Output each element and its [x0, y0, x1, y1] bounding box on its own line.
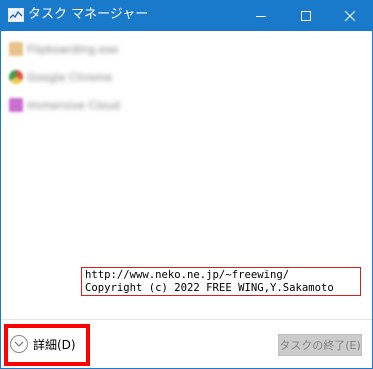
details-label: 詳細(D)	[33, 337, 76, 352]
process-row[interactable]: Flipboarding.exe	[9, 35, 209, 63]
maximize-icon	[301, 11, 311, 21]
process-row[interactable]: Google Chrome	[9, 63, 209, 91]
process-name: Immersive Cloud	[27, 98, 120, 112]
process-list: Flipboarding.exe Google Chrome Immersive…	[9, 35, 209, 119]
process-name: Flipboarding.exe	[27, 42, 119, 56]
close-button[interactable]	[328, 1, 372, 31]
footer-divider	[1, 319, 372, 320]
app-icon	[9, 98, 23, 112]
end-task-button[interactable]: タスクの終了(E)	[278, 334, 362, 356]
close-icon	[344, 10, 356, 22]
task-manager-icon	[8, 8, 24, 22]
window-title: タスク マネージャー	[28, 7, 149, 22]
minimize-button[interactable]	[239, 1, 283, 31]
chrome-icon	[9, 70, 23, 84]
process-row[interactable]: Immersive Cloud	[9, 91, 209, 119]
credit-box: http://www.neko.ne.jp/~freewing/ Copyrig…	[81, 267, 361, 296]
task-manager-window: タスク マネージャー Flipboarding.exe Google Chrom…	[0, 0, 373, 369]
generic-app-icon	[9, 42, 23, 56]
process-name: Google Chrome	[27, 70, 113, 84]
chevron-down-circle-icon	[10, 335, 28, 353]
credit-url: http://www.neko.ne.jp/~freewing/	[85, 269, 290, 281]
details-button[interactable]: 詳細(D)	[10, 334, 76, 354]
credit-copyright: Copyright (c) 2022 FREE WING,Y.Sakamoto	[85, 282, 334, 294]
maximize-button[interactable]	[284, 1, 328, 31]
title-bar[interactable]: タスク マネージャー	[1, 1, 372, 31]
minimize-icon	[256, 16, 266, 17]
